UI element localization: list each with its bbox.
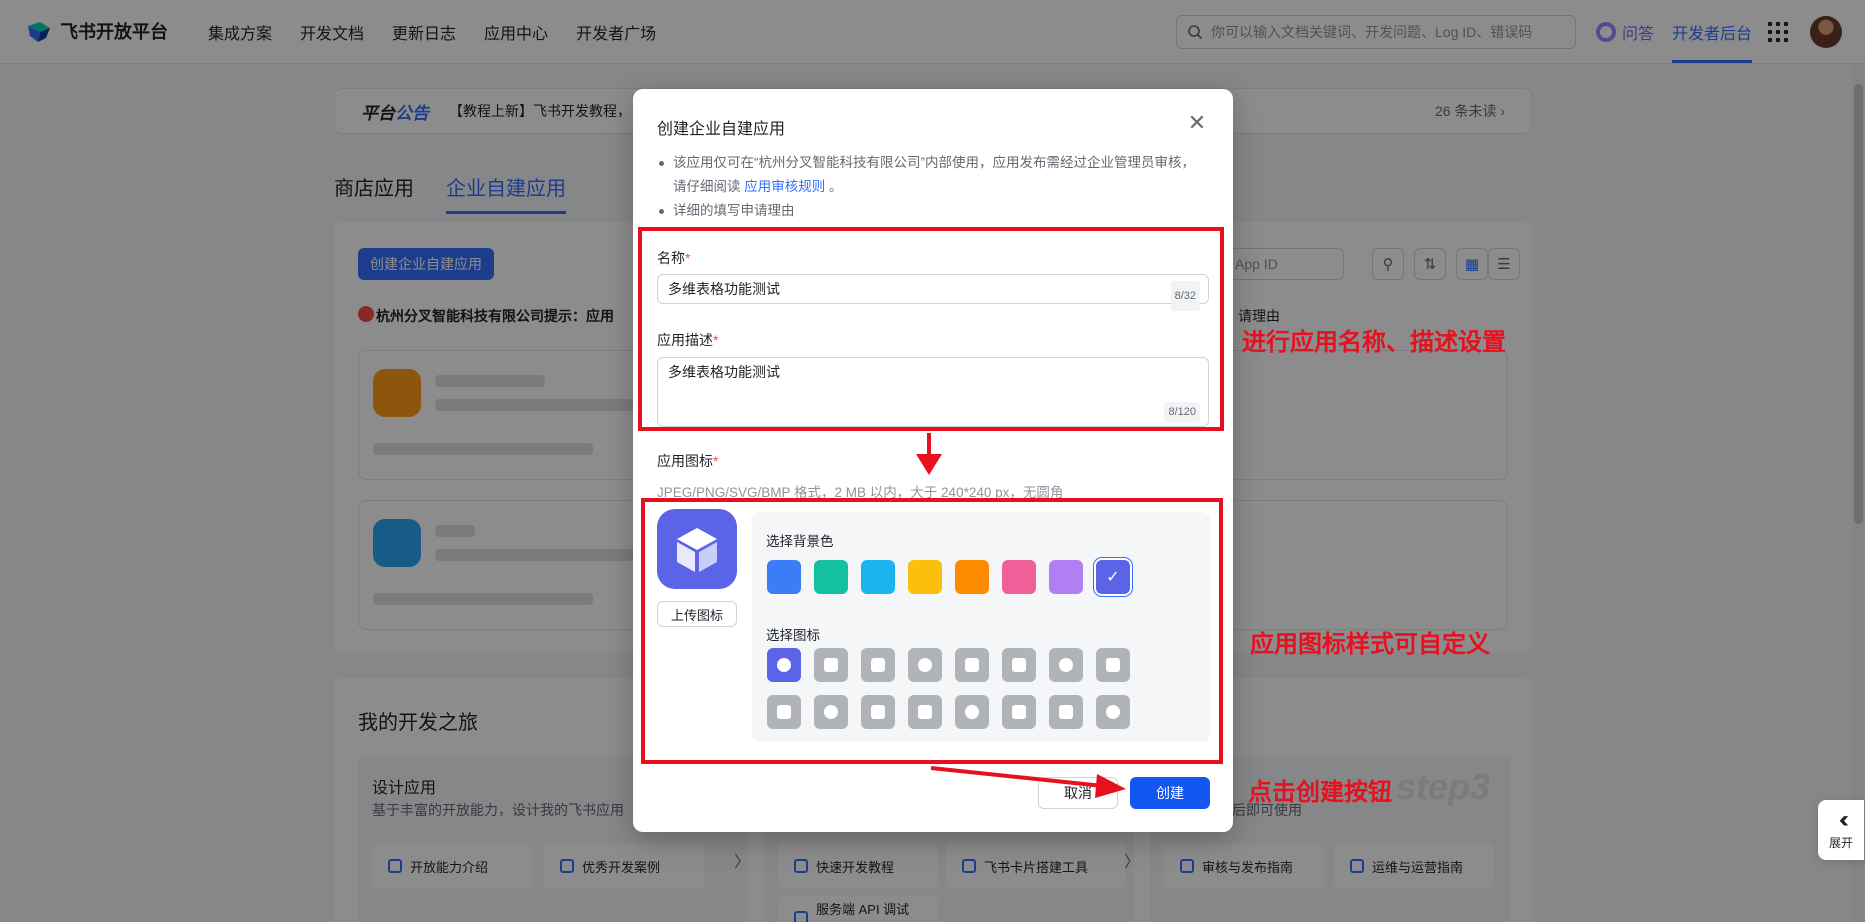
double-chevron-left-icon: ‹‹ <box>1839 805 1849 833</box>
annotation-arrowhead-down <box>916 454 942 475</box>
annotation-arrow-right <box>930 766 1104 788</box>
annotation-arrows <box>916 433 1126 798</box>
annotation-arrowhead-right <box>1095 774 1126 798</box>
side-expand-button[interactable]: ‹‹ 展开 <box>1818 800 1864 860</box>
expand-label: 展开 <box>1828 835 1853 850</box>
